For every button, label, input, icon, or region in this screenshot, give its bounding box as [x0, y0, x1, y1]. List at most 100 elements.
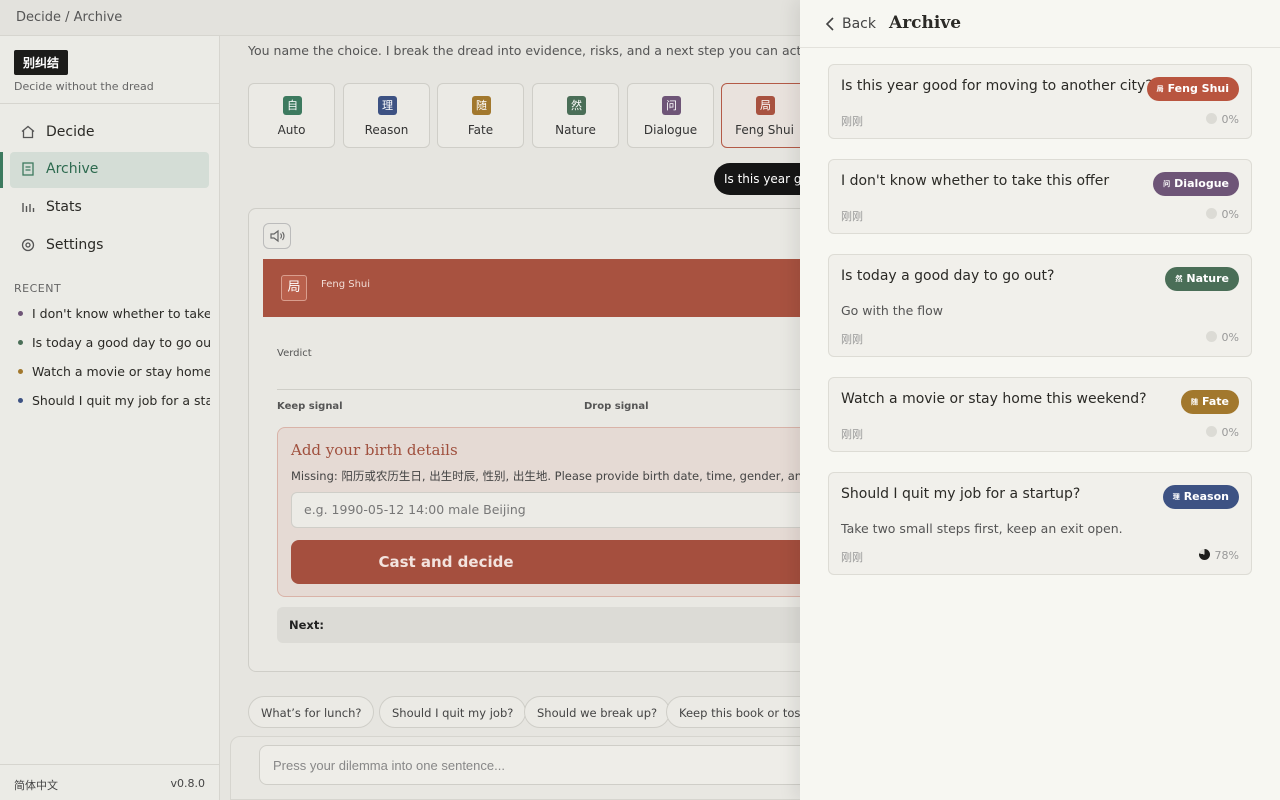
- mode-tag: 随 Fate: [1180, 390, 1239, 414]
- mode-feng-shui[interactable]: 局 Feng Shui: [721, 83, 800, 148]
- nav-label: Stats: [46, 199, 82, 215]
- entry-question: Watch a movie or stay home this weekend?: [841, 391, 1147, 407]
- title-bar: Decide / Archive: [0, 0, 800, 36]
- mode-tag: 然 Nature: [1165, 267, 1239, 291]
- archive-entry[interactable]: Is today a good day to go out? 然 Nature G…: [828, 254, 1252, 357]
- speaker-icon: [270, 229, 285, 243]
- recent-label: I don't know whether to take this offer: [32, 306, 210, 321]
- nav-label: Archive: [46, 161, 99, 177]
- mode-label: Nature: [555, 123, 596, 137]
- archive-entry[interactable]: Watch a movie or stay home this weekend?…: [828, 377, 1252, 452]
- confidence-ring: [1205, 113, 1217, 124]
- language-switcher[interactable]: 简体中文: [14, 777, 58, 793]
- verdict-label: Verdict: [277, 348, 312, 359]
- archive-entry[interactable]: I don't know whether to take this offer …: [828, 159, 1252, 234]
- recent-heading: RECENT: [14, 282, 62, 295]
- brand-tagline: Decide without the dread: [14, 80, 154, 93]
- back-label: Back: [842, 16, 876, 32]
- recent-dot: [18, 369, 23, 374]
- nav-label: Decide: [46, 124, 95, 140]
- birth-input[interactable]: e.g. 1990-05-12 14:00 male Beijing: [291, 492, 800, 528]
- entry-confidence: 0%: [1205, 331, 1239, 344]
- tag-label: Fate: [1201, 395, 1229, 408]
- mode-glyph: 然: [567, 96, 586, 115]
- tag-glyph: 理: [1172, 493, 1180, 501]
- nav-item-settings[interactable]: Settings: [10, 228, 209, 264]
- brand-logo: 别纠结: [14, 50, 69, 75]
- tag-glyph: 随: [1190, 398, 1198, 406]
- mode-nature[interactable]: 然 Nature: [532, 83, 619, 148]
- archive-entry[interactable]: Is this year good for moving to another …: [828, 64, 1252, 139]
- tag-glyph: 局: [1156, 85, 1164, 93]
- mode-auto[interactable]: 自 Auto: [248, 83, 335, 148]
- birth-title: Add your birth details: [291, 441, 458, 459]
- mode-label: Feng Shui: [735, 123, 794, 137]
- mode-glyph: 自: [283, 96, 302, 115]
- tag-label: Reason: [1183, 490, 1229, 503]
- archive-entry[interactable]: Should I quit my job for a startup? 理 Rea…: [828, 472, 1252, 575]
- tag-glyph: 然: [1175, 275, 1183, 283]
- keep-signal-label: Keep signal: [277, 401, 343, 412]
- sidebar-divider: [0, 103, 219, 104]
- suggestion-chip[interactable]: Should I quit my job?: [379, 696, 527, 728]
- tag-label: Nature: [1186, 272, 1229, 285]
- entry-confidence: 0%: [1205, 113, 1239, 126]
- entry-confidence: 78%: [1198, 549, 1239, 562]
- recent-label: Watch a movie or stay home this weekend?: [32, 364, 210, 379]
- mode-reason[interactable]: 理 Reason: [343, 83, 430, 148]
- mode-glyph: 随: [472, 96, 491, 115]
- banner-glyph: 局: [281, 275, 307, 301]
- entry-note: Go with the flow: [841, 303, 944, 318]
- suggestion-chip[interactable]: Should we break up?: [524, 696, 671, 728]
- composer: Press your dilemma into one sentence...: [230, 736, 800, 800]
- recent-item[interactable]: I don't know whether to take this offer: [18, 304, 210, 324]
- recent-item[interactable]: Is today a good day to go out?: [18, 333, 210, 353]
- mode-label: Fate: [467, 123, 494, 137]
- entry-confidence: 0%: [1205, 426, 1239, 439]
- confidence-value: 0%: [1221, 208, 1239, 221]
- dilemma-input[interactable]: Press your dilemma into one sentence...: [259, 745, 800, 785]
- mode-glyph: 局: [756, 96, 775, 115]
- sidebar: 别纠结 Decide without the dread Decide Arch…: [0, 36, 220, 800]
- home-icon: [21, 125, 35, 139]
- query-bubble: Is this year good for moving to another …: [714, 163, 800, 195]
- mode-label: Reason: [364, 123, 409, 137]
- next-label: Next:: [289, 618, 324, 632]
- main-content: You name the choice. I break the dread i…: [220, 36, 800, 800]
- archive-icon: [22, 162, 34, 176]
- recent-dot: [18, 311, 23, 316]
- nav-item-decide[interactable]: Decide: [10, 115, 209, 151]
- entry-note: Take two small steps first, keep an exit…: [841, 521, 1123, 536]
- nav-item-stats[interactable]: Stats: [10, 190, 209, 226]
- mode-dialogue[interactable]: 问 Dialogue: [627, 83, 714, 148]
- sidebar-footer-divider: [0, 764, 219, 765]
- confidence-value: 78%: [1214, 549, 1239, 562]
- archive-header: Back Archive: [800, 0, 1280, 48]
- tag-label: Dialogue: [1174, 177, 1229, 190]
- bar-chart-icon: [22, 203, 35, 212]
- recent-item[interactable]: Should I quit my job for a startup?: [18, 391, 210, 411]
- entry-confidence: 0%: [1205, 208, 1239, 221]
- confidence-ring: [1205, 331, 1217, 342]
- entry-question: I don't know whether to take this offer: [841, 173, 1110, 189]
- confidence-value: 0%: [1221, 331, 1239, 344]
- entry-time: 刚刚: [841, 333, 863, 346]
- speaker-button[interactable]: [263, 223, 291, 249]
- entry-question: Should I quit my job for a startup?: [841, 486, 1081, 502]
- tag-glyph: 问: [1163, 180, 1171, 188]
- recent-item[interactable]: Watch a movie or stay home this weekend?: [18, 362, 210, 382]
- cast-and-decide-button[interactable]: Cast and decide: [291, 540, 800, 584]
- version-label: v0.8.0: [170, 777, 206, 790]
- mode-tag: 局 Feng Shui: [1146, 77, 1239, 101]
- archive-title: Archive: [889, 13, 962, 33]
- recent-label: Is today a good day to go out?: [32, 335, 210, 350]
- suggestion-chip[interactable]: What’s for lunch?: [248, 696, 375, 728]
- confidence-ring: [1198, 549, 1210, 560]
- result-card: 局 Feng Shui Verdict Keep signal Drop sig…: [248, 208, 800, 672]
- breadcrumb: Decide / Archive: [16, 10, 123, 25]
- suggestion-chip[interactable]: Keep this book or toss it?: [666, 696, 800, 728]
- nav-label: Settings: [46, 237, 104, 253]
- mode-fate[interactable]: 随 Fate: [437, 83, 524, 148]
- entry-question: Is this year good for moving to another …: [841, 78, 1153, 94]
- nav-item-archive[interactable]: Archive: [0, 152, 209, 188]
